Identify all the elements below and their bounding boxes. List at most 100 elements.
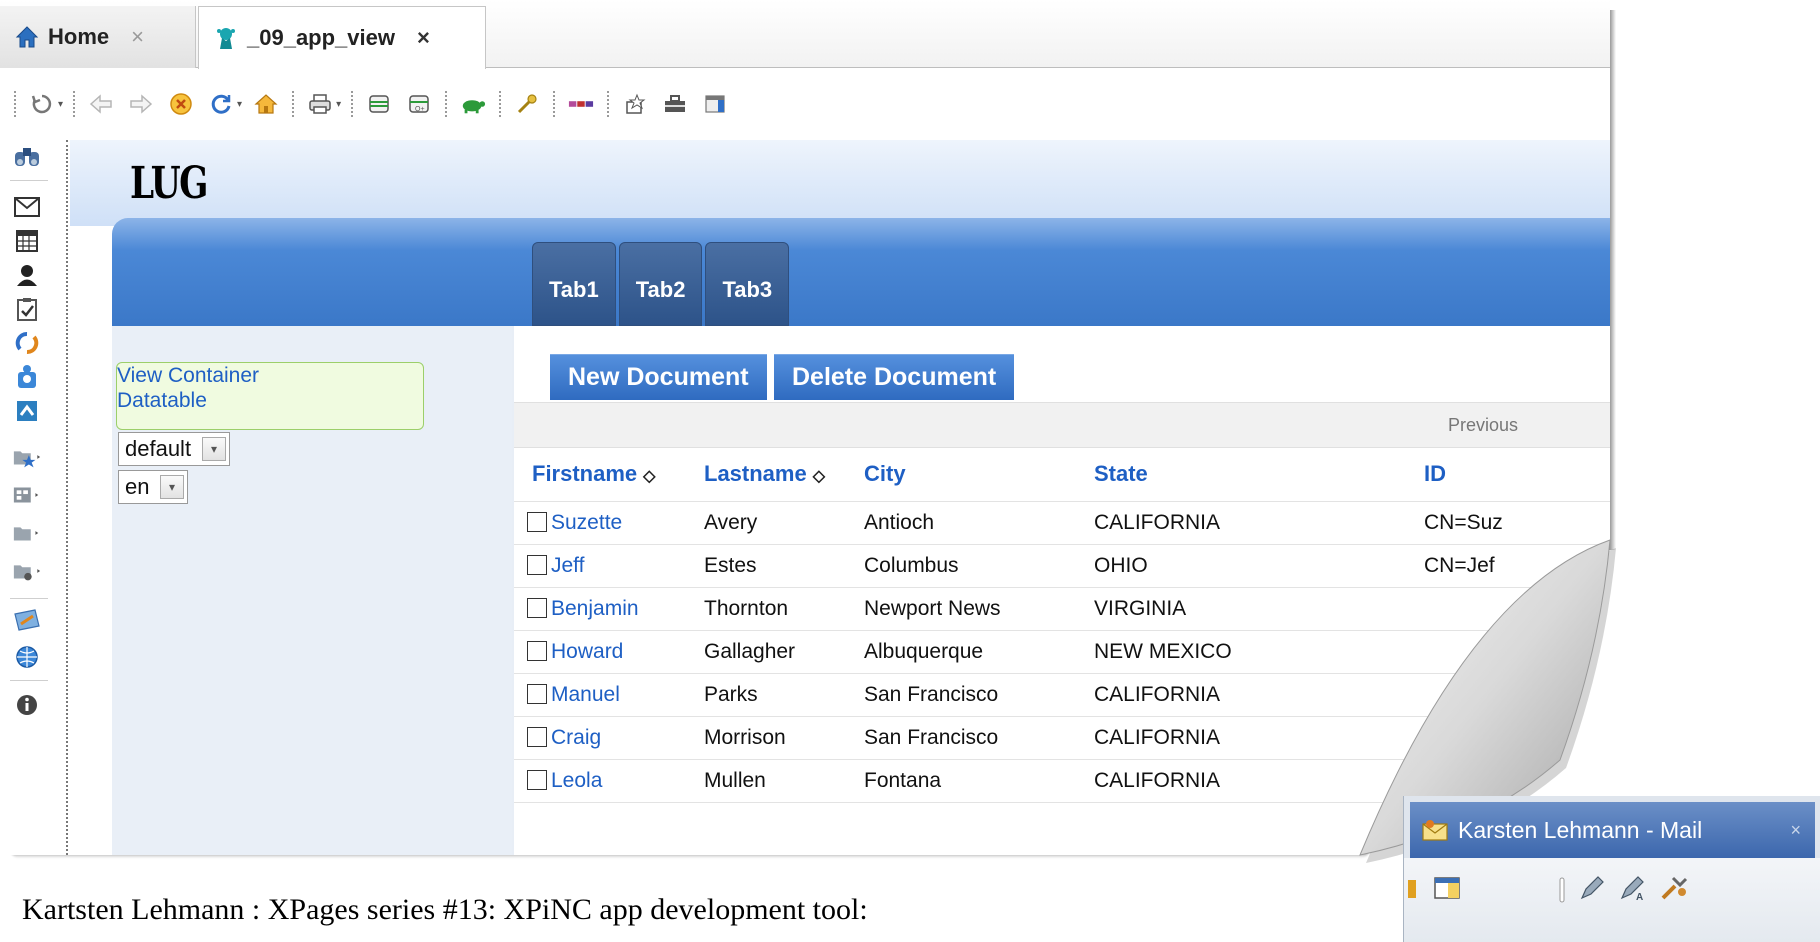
row-checkbox[interactable]: [527, 640, 547, 661]
tab-tab2[interactable]: Tab2: [618, 242, 703, 326]
column-header-city: City: [864, 448, 1094, 502]
database-icon[interactable]: [366, 91, 392, 117]
todo-icon[interactable]: [12, 294, 42, 324]
mail-toolbar-edge-icon[interactable]: [1408, 876, 1418, 909]
turtle-icon[interactable]: [460, 91, 486, 117]
delete-document-button[interactable]: Delete Document: [774, 354, 1015, 400]
forward-icon[interactable]: [128, 91, 154, 117]
cell-lastname: Gallagher: [704, 630, 864, 674]
applet-icon[interactable]: [622, 91, 648, 117]
tab-tab3[interactable]: Tab3: [705, 242, 790, 326]
row-checkbox[interactable]: [527, 597, 547, 618]
cell-state-text: OHIO: [1094, 553, 1148, 577]
toolbox-icon[interactable]: [662, 91, 688, 117]
preview-pane-icon[interactable]: [1434, 876, 1460, 907]
reload-icon[interactable]: [29, 91, 55, 117]
tab-home[interactable]: Home ×: [0, 6, 196, 68]
tags-icon[interactable]: [568, 91, 594, 117]
theme-select[interactable]: default ▾: [118, 432, 230, 466]
firstname-link[interactable]: Manuel: [551, 683, 620, 706]
firstname-link[interactable]: Benjamin: [551, 597, 639, 620]
cell-id-text: CN=Suz: [1424, 510, 1503, 534]
tab-app-view[interactable]: _09_app_view ×: [198, 6, 486, 69]
tab-app-view-close-icon[interactable]: ×: [417, 25, 430, 51]
home-icon: [14, 24, 40, 50]
xpage-content: LUG Tab1 Tab2 Tab3 default ▾ en ▾ View C…: [70, 140, 1610, 855]
calendar-icon[interactable]: [12, 226, 42, 256]
lug-logo: LUG: [130, 158, 208, 209]
row-checkbox[interactable]: [527, 511, 547, 532]
sidebar-divider: [10, 680, 48, 681]
database-search-icon[interactable]: Q+: [406, 91, 432, 117]
cell-state: CALIFORNIA: [1094, 501, 1424, 545]
workspace-folder-icon[interactable]: [12, 556, 42, 586]
firstname-link[interactable]: Jeff: [551, 554, 584, 577]
cell-id: [1424, 716, 1610, 760]
tab-home-close-icon[interactable]: ×: [131, 24, 144, 50]
web-icon[interactable]: [12, 642, 42, 672]
mail-tab[interactable]: Karsten Lehmann - Mail ×: [1410, 802, 1815, 858]
firstname-link[interactable]: Suzette: [551, 511, 622, 534]
cell-id: [1424, 630, 1610, 674]
cell-id: [1424, 587, 1610, 631]
mail-tab-title: Karsten Lehmann - Mail: [1458, 816, 1703, 843]
column-header-label: ID: [1424, 461, 1446, 487]
layout-icon[interactable]: [702, 91, 728, 117]
row-checkbox[interactable]: [527, 554, 547, 575]
pen-icon[interactable]: [1578, 874, 1606, 909]
cell-lastname-text: Avery: [704, 510, 758, 534]
pager-previous-link[interactable]: Previous: [1448, 415, 1518, 436]
favorites-folder-icon[interactable]: [12, 442, 42, 472]
firstname-link[interactable]: Craig: [551, 726, 601, 749]
tab-tab1[interactable]: Tab1: [532, 242, 616, 326]
activities-icon[interactable]: [12, 362, 42, 392]
column-header-lastname[interactable]: Lastname ◇: [704, 448, 864, 502]
table-row: Manuel Parks San Francisco CALIFORNIA: [514, 673, 1610, 717]
applications-folder-icon[interactable]: [12, 480, 42, 510]
print-dropdown-icon[interactable]: ▾: [336, 99, 341, 110]
key-icon[interactable]: [514, 91, 540, 117]
back-icon[interactable]: [88, 91, 114, 117]
print-icon[interactable]: [307, 91, 333, 117]
cell-lastname: Morrison: [704, 716, 864, 760]
stop-icon[interactable]: [168, 91, 194, 117]
column-header-firstname[interactable]: Firstname ◇: [514, 448, 704, 502]
feeds-icon[interactable]: [12, 606, 42, 636]
search-binoculars-icon[interactable]: [12, 142, 42, 172]
info-icon[interactable]: [12, 690, 42, 720]
home-page-icon[interactable]: [253, 91, 279, 117]
language-select[interactable]: en ▾: [118, 470, 188, 504]
row-checkbox[interactable]: [527, 726, 547, 747]
chevron-down-icon[interactable]: ▾: [160, 475, 184, 499]
refresh-icon[interactable]: [208, 91, 234, 117]
nav-link-datatable[interactable]: Datatable: [117, 388, 423, 413]
toolbar-separator: [14, 91, 16, 117]
stage: Home × _09_app_view × ▾ ▾ ▾ Q+ LUG Tab1 …: [0, 0, 1820, 942]
app-icon: [213, 25, 239, 51]
table-header-row: Firstname ◇ Lastname ◇ City State ID: [514, 448, 1610, 502]
firstname-link[interactable]: Leola: [551, 769, 602, 792]
row-checkbox[interactable]: [527, 769, 547, 790]
svg-text:A: A: [1636, 892, 1643, 902]
cell-state-text: VIRGINIA: [1094, 596, 1187, 620]
firstname-link[interactable]: Howard: [551, 640, 623, 663]
reload-dropdown-icon[interactable]: ▾: [58, 99, 63, 110]
new-document-button[interactable]: New Document: [550, 354, 767, 400]
row-checkbox[interactable]: [527, 683, 547, 704]
mail-icon[interactable]: [12, 192, 42, 222]
files-icon[interactable]: [12, 396, 42, 426]
sort-icon[interactable]: ◇: [643, 468, 655, 485]
tools-icon[interactable]: [1660, 874, 1690, 909]
sign-pen-icon[interactable]: A: [1618, 874, 1648, 909]
chevron-down-icon[interactable]: ▾: [202, 437, 226, 461]
contacts-icon[interactable]: [12, 260, 42, 290]
sametime-icon[interactable]: [12, 328, 42, 358]
mail-tab-close-icon[interactable]: ×: [1790, 820, 1801, 841]
refresh-dropdown-icon[interactable]: ▾: [237, 99, 242, 110]
sort-icon[interactable]: ◇: [813, 468, 825, 485]
table-row: Howard Gallagher Albuquerque NEW MEXICO: [514, 630, 1610, 674]
nav-link-view-container[interactable]: View Container: [117, 363, 423, 388]
folder-icon[interactable]: [12, 518, 42, 548]
cell-state: CALIFORNIA: [1094, 673, 1424, 717]
cell-city-text: Antioch: [864, 510, 935, 534]
